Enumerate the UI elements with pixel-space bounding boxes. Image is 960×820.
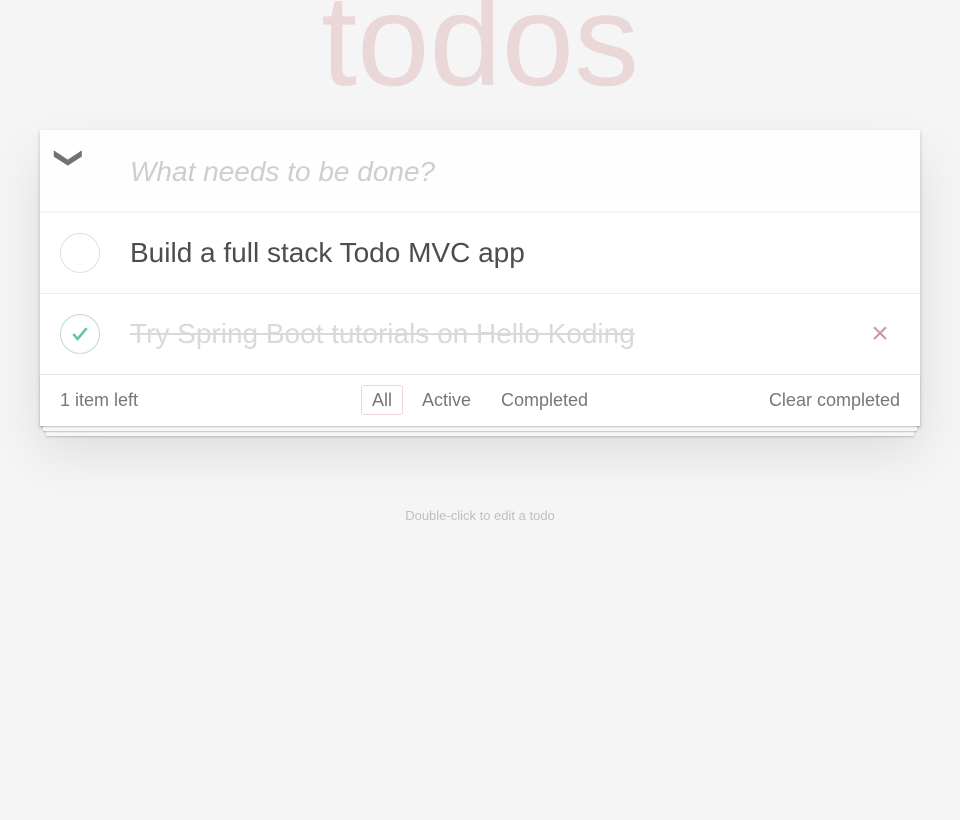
filter-completed[interactable]: Completed [490, 385, 599, 415]
filters: All Active Completed [361, 391, 599, 411]
header: todos [40, 130, 920, 213]
todo-list: Build a full stack Todo MVC app × Try Sp… [40, 213, 920, 374]
check-icon [70, 324, 90, 344]
todo-count: 1 item left [60, 391, 361, 411]
todo-label[interactable]: Try Spring Boot tutorials on Hello Kodin… [120, 324, 850, 344]
clear-completed-button[interactable]: Clear completed [599, 390, 900, 411]
todo-item: Build a full stack Todo MVC app × [40, 213, 920, 294]
info-hint: Double-click to edit a todo [0, 506, 960, 526]
toggle-checkbox[interactable] [60, 314, 100, 354]
toggle-checkbox[interactable] [60, 233, 100, 273]
close-icon: × [871, 317, 889, 350]
filter-active[interactable]: Active [411, 385, 482, 415]
footer: 1 item left All Active Completed Clear c… [40, 374, 920, 426]
info: Double-click to edit a todo [0, 506, 960, 526]
filter-all[interactable]: All [361, 385, 403, 415]
new-todo-input[interactable] [40, 130, 920, 213]
todo-app: todos Build a full stack Todo MVC app × [40, 130, 920, 426]
todo-label[interactable]: Build a full stack Todo MVC app [120, 243, 920, 263]
todo-item: Try Spring Boot tutorials on Hello Kodin… [40, 294, 920, 374]
app-title: todos [40, 0, 920, 105]
delete-button[interactable]: × [860, 314, 900, 354]
